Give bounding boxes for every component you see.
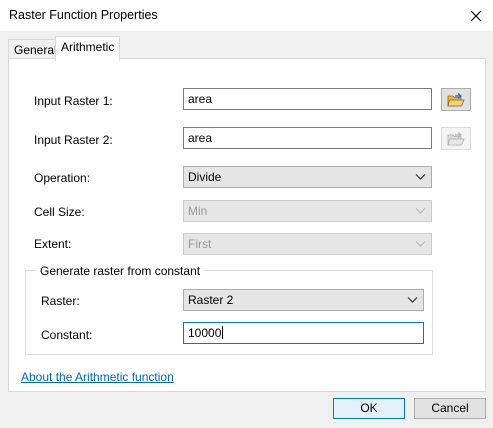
cancel-button[interactable]: Cancel (414, 398, 486, 419)
browse-raster-1-button[interactable] (441, 88, 471, 111)
constant-label: Constant: (41, 328, 93, 342)
extent-label: Extent: (34, 237, 72, 251)
open-folder-icon (447, 131, 465, 145)
operation-value: Divide (188, 170, 222, 184)
cell-size-label: Cell Size: (34, 205, 85, 219)
chevron-down-icon (407, 297, 418, 303)
browse-raster-2-button[interactable] (441, 127, 471, 150)
chevron-down-icon (415, 208, 426, 214)
input-raster-2-label: Input Raster 2: (34, 133, 113, 147)
cell-size-value: Min (188, 204, 208, 218)
chevron-down-icon (415, 241, 426, 247)
tab-arithmetic[interactable]: Arithmetic (55, 36, 121, 61)
chevron-down-icon (415, 174, 426, 180)
constant-input[interactable]: 10000 (183, 322, 424, 344)
input-raster-1-label: Input Raster 1: (34, 94, 113, 108)
window-title: Raster Function Properties (9, 8, 158, 22)
close-icon (470, 10, 482, 21)
about-arithmetic-link[interactable]: About the Arithmetic function (21, 370, 174, 384)
close-button[interactable] (459, 0, 493, 31)
cell-size-dropdown[interactable]: Min (183, 200, 432, 222)
constant-value: 10000 (188, 326, 222, 340)
raster-dropdown[interactable]: Raster 2 (183, 289, 424, 311)
ok-button[interactable]: OK (333, 398, 405, 419)
raster-value: Raster 2 (188, 293, 234, 307)
extent-value: First (188, 237, 212, 251)
operation-label: Operation: (34, 171, 91, 185)
input-raster-1-field[interactable]: area (183, 88, 432, 110)
constant-group-title: Generate raster from constant (36, 264, 205, 278)
title-bar: Raster Function Properties (0, 0, 493, 31)
tab-strip: General Arithmetic (0, 31, 493, 61)
operation-dropdown[interactable]: Divide (183, 166, 432, 188)
raster-label: Raster: (41, 294, 80, 308)
input-raster-2-field[interactable]: area (183, 127, 432, 149)
extent-dropdown[interactable]: First (183, 233, 432, 255)
text-caret (222, 326, 224, 339)
open-folder-icon (447, 92, 465, 106)
